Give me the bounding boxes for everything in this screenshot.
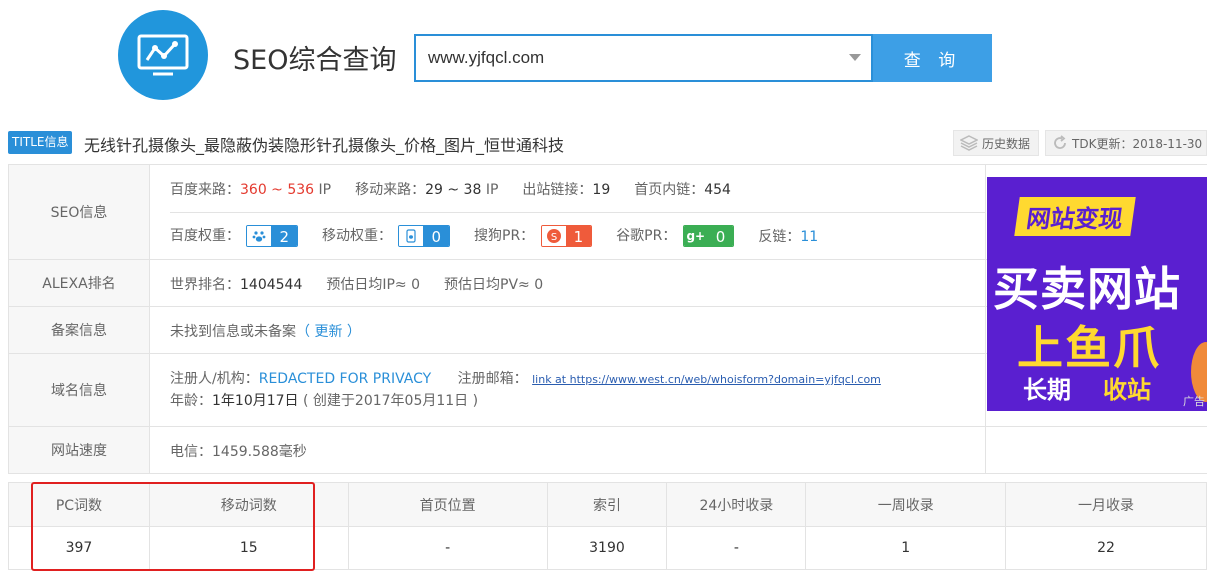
ad-line3b: 收站	[1103, 376, 1151, 404]
app-logo	[118, 10, 208, 100]
world-rank-value: 1404544	[240, 276, 303, 293]
tdk-update-label: TDK更新：2018-11-30	[1072, 136, 1203, 151]
stats-header-row: PC词数 移动词数 首页位置 索引 24小时收录 一周收录 一月收录	[8, 482, 1207, 527]
search-box[interactable]	[414, 34, 873, 82]
col-index: 索引	[546, 482, 668, 527]
ad-line2: 上鱼爪	[1017, 321, 1161, 375]
alexa-line: 世界排名：1404544 预估日均IP≈ 0 预估日均PV≈ 0	[170, 260, 985, 307]
week-indexed-value[interactable]: 1	[805, 526, 1007, 570]
inlinks-value[interactable]: 454	[704, 182, 731, 198]
sogou-pr-value: 1	[565, 226, 592, 246]
keyword-stats-table: PC词数 移动词数 首页位置 索引 24小时收录 一周收录 一月收录 397 1…	[8, 482, 1207, 570]
month-indexed-value[interactable]: 22	[1005, 526, 1207, 570]
registrant-line: 注册人/机构：REDACTED FOR PRIVACY 注册邮箱： link a…	[170, 371, 881, 387]
sogou-pr-badge[interactable]: S 1	[540, 225, 593, 247]
ad-line3a: 长期	[1023, 376, 1071, 404]
title-tag: TITLE信息	[8, 131, 73, 154]
google-pr-badge[interactable]: g+ 0	[682, 225, 735, 247]
search-button[interactable]: 查 询	[873, 34, 992, 82]
home-position-value: -	[347, 526, 548, 570]
ad-label: 广告	[1183, 395, 1205, 408]
col-mobile-words: 移动词数	[148, 482, 349, 527]
speed-line: 电信：1459.588毫秒	[170, 427, 985, 474]
page-title-text: 无线针孔摄像头_最隐蔽伪装隐形针孔摄像头_价格_图片_恒世通科技	[84, 136, 565, 155]
layers-icon	[960, 135, 978, 151]
backlinks-value[interactable]: 11	[800, 229, 818, 245]
col-home-position: 首页位置	[347, 482, 548, 527]
speed-row: 网站速度 电信：1459.588毫秒	[8, 427, 1207, 474]
baidu-paw-icon	[247, 226, 272, 246]
google-plus-icon: g+	[683, 226, 708, 246]
ad-line1: 买卖网站	[993, 262, 1181, 316]
outlinks: 出站链接：19	[522, 181, 611, 198]
inlinks: 首页内链：454	[634, 181, 731, 198]
refresh-icon	[1054, 135, 1066, 149]
baidu-weight-badge[interactable]: 2	[246, 225, 298, 247]
mobile-paw-icon	[399, 226, 424, 246]
ad-banner[interactable]: 网站变现 买卖网站 上鱼爪 长期 收站 广告	[987, 177, 1207, 411]
sogou-icon: S	[541, 226, 566, 246]
age-value: 1年10月17日	[212, 393, 299, 409]
world-rank: 世界排名：1404544	[170, 276, 303, 293]
registrant-value[interactable]: REDACTED FOR PRIVACY	[259, 371, 431, 387]
seo-info-label: SEO信息	[9, 165, 150, 259]
history-data-button[interactable]: 历史数据	[953, 130, 1039, 156]
app-title: SEO综合查询	[233, 45, 397, 76]
age-line: 年龄：1年10月17日 ( 创建于2017年05月11日 )	[170, 393, 479, 409]
col-week-indexed: 一周收录	[805, 482, 1007, 527]
24h-indexed-value: -	[666, 526, 807, 570]
outlinks-value[interactable]: 19	[592, 182, 610, 198]
domain-content: 注册人/机构：REDACTED FOR PRIVACY 注册邮箱： link a…	[150, 354, 986, 426]
col-24h-indexed: 24小时收录	[666, 482, 807, 527]
beian-update-link[interactable]: （ 更新 ）	[296, 321, 361, 341]
tdk-update-button[interactable]: TDK更新：2018-11-30	[1045, 130, 1207, 156]
whois-email-link[interactable]: link at https://www.west.cn/web/whoisfor…	[532, 373, 881, 386]
col-month-indexed: 一月收录	[1005, 482, 1207, 527]
alexa-content: 世界排名：1404544 预估日均IP≈ 0 预估日均PV≈ 0	[150, 260, 986, 307]
history-data-label: 历史数据	[982, 136, 1031, 151]
created-date: ( 创建于2017年05月11日 )	[303, 393, 479, 409]
daily-ip: 预估日均IP≈ 0	[326, 276, 421, 293]
speed-content: 电信：1459.588毫秒	[150, 427, 986, 474]
col-pc-words: PC词数	[8, 482, 150, 527]
pc-words-value[interactable]: 397	[8, 526, 150, 570]
mobile-words-value[interactable]: 15	[148, 526, 349, 570]
baidu-weight: 百度权重： 2	[170, 225, 298, 247]
beian-label: 备案信息	[9, 307, 150, 353]
google-pr: 谷歌PR： g+ 0	[616, 225, 735, 247]
index-value[interactable]: 3190	[546, 526, 668, 570]
mobile-traffic-value[interactable]: 29 ~ 38	[425, 182, 481, 198]
speed-label: 网站速度	[9, 427, 150, 473]
beian-line: 未找到信息或未备案 （ 更新 ）	[170, 307, 985, 354]
svg-text:S: S	[550, 232, 556, 243]
seo-info-content: 百度来路：360 ~ 536 IP 移动来路：29 ~ 38 IP 出站链接：1…	[150, 165, 986, 259]
beian-content: 未找到信息或未备案 （ 更新 ）	[150, 307, 986, 354]
sogou-pr: 搜狗PR： S 1	[474, 225, 593, 247]
mobile-weight-badge[interactable]: 0	[398, 225, 450, 247]
baidu-weight-value: 2	[271, 226, 297, 246]
domain-label: 域名信息	[9, 354, 150, 426]
mobile-weight-value: 0	[423, 226, 449, 246]
baidu-traffic: 百度来路：360 ~ 536 IP	[170, 181, 332, 198]
ad-tag: 网站变现	[1014, 197, 1136, 236]
backlinks: 反链：11	[758, 229, 819, 245]
alexa-label: ALEXA排名	[9, 260, 150, 306]
mobile-traffic: 移动来路：29 ~ 38 IP	[355, 181, 499, 198]
google-pr-value: 0	[707, 226, 734, 246]
speed-value: 电信：1459.588毫秒	[170, 443, 307, 460]
line-chart-monitor-icon	[137, 34, 189, 76]
baidu-traffic-value[interactable]: 360 ~ 536	[240, 182, 314, 198]
weight-line: 百度权重： 2 移动权重： 0 搜狗PR： S 1 谷歌PR： g+ 0 反链：…	[170, 212, 985, 259]
traffic-line: 百度来路：360 ~ 536 IP 移动来路：29 ~ 38 IP 出站链接：1…	[170, 165, 985, 212]
stats-value-row: 397 15 - 3190 - 1 22	[8, 526, 1207, 570]
chevron-down-icon[interactable]	[849, 54, 861, 61]
search-input[interactable]	[416, 36, 836, 80]
beian-text: 未找到信息或未备案	[170, 323, 296, 340]
mobile-weight: 移动权重： 0	[322, 225, 450, 247]
daily-pv: 预估日均PV≈ 0	[444, 276, 544, 293]
